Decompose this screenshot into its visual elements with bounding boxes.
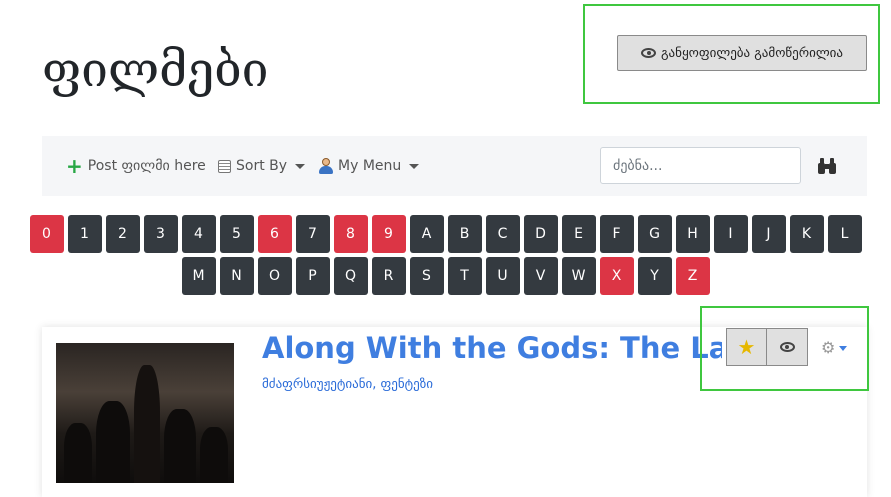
alphabet-letter-button[interactable]: O bbox=[257, 257, 292, 295]
movie-poster[interactable] bbox=[56, 343, 234, 483]
alphabet-letter-button[interactable]: Q bbox=[333, 257, 368, 295]
movie-genres: მძაფრსიუჟეტიანი, ფენტეზი bbox=[262, 377, 433, 392]
chevron-down-icon bbox=[409, 163, 420, 169]
alphabet-letter-button[interactable]: W bbox=[561, 257, 596, 295]
alphabet-letter-button[interactable]: K bbox=[789, 215, 824, 253]
search-input[interactable] bbox=[600, 147, 801, 184]
alphabet-letter-button[interactable]: 1 bbox=[67, 215, 102, 253]
alphabet-letter-button[interactable]: C bbox=[485, 215, 520, 253]
genre-link[interactable]: ფენტეზი bbox=[381, 377, 433, 392]
alphabet-letter-button[interactable]: P bbox=[295, 257, 330, 295]
alphabet-letter-button[interactable]: I bbox=[713, 215, 748, 253]
genre-separator: , bbox=[372, 377, 381, 392]
alphabet-letter-button[interactable]: F bbox=[599, 215, 634, 253]
user-icon bbox=[319, 158, 333, 174]
alphabet-filter-row-1: 0123456789ABCDEFGHIJKL bbox=[0, 215, 891, 253]
alphabet-letter-button[interactable]: 2 bbox=[105, 215, 140, 253]
alphabet-letter-button[interactable]: E bbox=[561, 215, 596, 253]
star-icon: ★ bbox=[737, 335, 756, 359]
alphabet-letter-button[interactable]: B bbox=[447, 215, 482, 253]
chevron-down-icon bbox=[295, 163, 306, 169]
plus-icon: + bbox=[66, 154, 83, 178]
alphabet-letter-button[interactable]: H bbox=[675, 215, 710, 253]
alphabet-letter-button[interactable]: R bbox=[371, 257, 406, 295]
settings-dropdown[interactable]: ⚙ bbox=[821, 338, 848, 357]
subscribe-label: განყოფილება გამოწერილია bbox=[661, 45, 843, 61]
alphabet-letter-button[interactable]: L bbox=[827, 215, 862, 253]
binoculars-icon[interactable] bbox=[817, 157, 837, 175]
alphabet-letter-button[interactable]: G bbox=[637, 215, 672, 253]
page-title: ფილმები bbox=[42, 42, 269, 98]
alphabet-letter-button[interactable]: T bbox=[447, 257, 482, 295]
eye-icon bbox=[641, 48, 656, 58]
watch-button[interactable] bbox=[767, 328, 808, 366]
alphabet-letter-button[interactable]: S bbox=[409, 257, 444, 295]
alphabet-filter-row-2: MNOPQRSTUVWXYZ bbox=[0, 257, 891, 295]
sort-by-label: Sort By bbox=[236, 158, 288, 174]
alphabet-letter-button[interactable]: 9 bbox=[371, 215, 406, 253]
alphabet-letter-button[interactable]: J bbox=[751, 215, 786, 253]
sort-by-dropdown[interactable]: Sort By bbox=[218, 136, 306, 196]
alphabet-letter-button[interactable]: D bbox=[523, 215, 558, 253]
sort-icon bbox=[218, 159, 231, 173]
alphabet-letter-button[interactable]: 4 bbox=[181, 215, 216, 253]
alphabet-letter-button[interactable]: V bbox=[523, 257, 558, 295]
alphabet-letter-button[interactable]: Z bbox=[675, 257, 710, 295]
alphabet-letter-button[interactable]: X bbox=[599, 257, 634, 295]
alphabet-letter-button[interactable]: Y bbox=[637, 257, 672, 295]
alphabet-letter-button[interactable]: 5 bbox=[219, 215, 254, 253]
favorite-button[interactable]: ★ bbox=[726, 328, 767, 366]
alphabet-letter-button[interactable]: 6 bbox=[257, 215, 292, 253]
movie-title-link[interactable]: Along With the Gods: The Last 49 Days bbox=[262, 330, 722, 366]
my-menu-label: My Menu bbox=[338, 158, 402, 174]
movie-action-buttons: ★ bbox=[726, 328, 808, 366]
eye-icon bbox=[779, 342, 795, 352]
alphabet-letter-button[interactable]: U bbox=[485, 257, 520, 295]
alphabet-letter-button[interactable]: M bbox=[181, 257, 216, 295]
my-menu-dropdown[interactable]: My Menu bbox=[319, 136, 420, 196]
alphabet-letter-button[interactable]: 0 bbox=[29, 215, 64, 253]
post-movie-button[interactable]: + Post ფილმი here bbox=[66, 136, 206, 196]
alphabet-letter-button[interactable]: 7 bbox=[295, 215, 330, 253]
alphabet-letter-button[interactable]: 3 bbox=[143, 215, 178, 253]
alphabet-letter-button[interactable]: N bbox=[219, 257, 254, 295]
toolbar: + Post ფილმი here Sort By My Menu bbox=[42, 136, 867, 196]
post-movie-label: Post ფილმი here bbox=[87, 158, 206, 174]
subscribe-button[interactable]: განყოფილება გამოწერილია bbox=[617, 35, 867, 71]
genre-link[interactable]: მძაფრსიუჟეტიანი bbox=[262, 377, 372, 392]
gear-icon: ⚙ bbox=[821, 338, 836, 357]
alphabet-letter-button[interactable]: A bbox=[409, 215, 444, 253]
chevron-down-icon bbox=[839, 345, 848, 351]
alphabet-letter-button[interactable]: 8 bbox=[333, 215, 368, 253]
